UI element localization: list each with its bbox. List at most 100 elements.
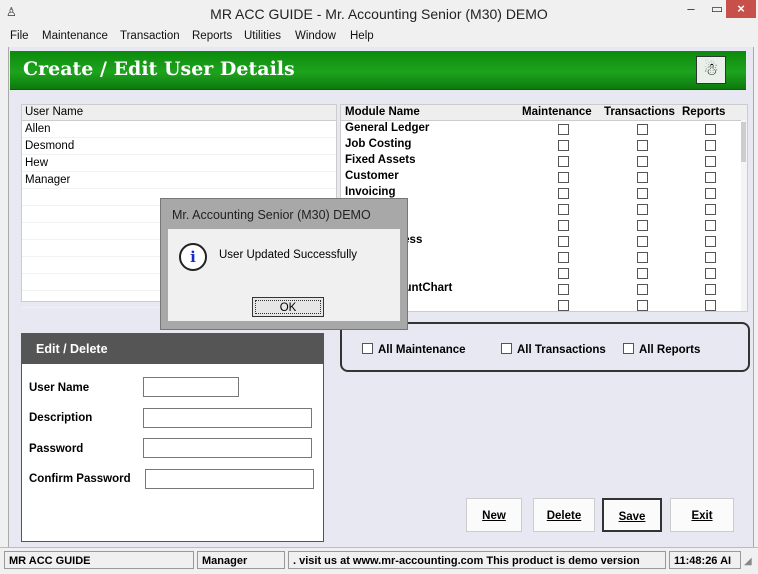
transactions-checkbox[interactable] (637, 124, 648, 135)
module-grid-header: Module Name Maintenance Transactions Rep… (341, 105, 747, 121)
maintenance-checkbox[interactable] (558, 156, 569, 167)
user-admin-icon: ☃ (696, 56, 726, 84)
status-user: Manager (197, 551, 285, 569)
status-time: 11:48:26 AI (669, 551, 741, 569)
all-maintenance-label[interactable]: All Maintenance (378, 344, 466, 356)
reports-checkbox[interactable] (705, 300, 716, 311)
reports-header[interactable]: Reports (682, 106, 740, 118)
menu-bar: File Maintenance Transaction Reports Uti… (0, 28, 758, 46)
dialog-title: Mr. Accounting Senior (M30) DEMO (172, 208, 371, 222)
module-name: Fixed Assets (345, 154, 416, 166)
reports-checkbox[interactable] (705, 156, 716, 167)
reports-checkbox[interactable] (705, 124, 716, 135)
menu-reports[interactable]: Reports (192, 30, 232, 42)
all-transactions-label[interactable]: All Transactions (517, 344, 606, 356)
reports-checkbox[interactable] (705, 172, 716, 183)
transactions-checkbox[interactable] (637, 252, 648, 263)
menu-help[interactable]: Help (350, 30, 374, 42)
maintenance-checkbox[interactable] (558, 188, 569, 199)
transactions-checkbox[interactable] (637, 204, 648, 215)
dialog-body: i User Updated Successfully OK (168, 229, 400, 321)
maintenance-checkbox[interactable] (558, 252, 569, 263)
scrollbar-thumb[interactable] (741, 122, 746, 162)
menu-maintenance[interactable]: Maintenance (42, 30, 108, 42)
transactions-checkbox[interactable] (637, 188, 648, 199)
transactions-checkbox[interactable] (637, 300, 648, 311)
module-name: Customer (345, 170, 399, 182)
description-input[interactable] (143, 408, 312, 428)
info-icon: i (179, 243, 207, 271)
user-row[interactable]: Allen (22, 121, 336, 138)
reports-checkbox[interactable] (705, 188, 716, 199)
save-button[interactable]: Save (602, 498, 662, 532)
maintenance-checkbox[interactable] (558, 140, 569, 151)
delete-button[interactable]: Delete (533, 498, 595, 532)
password-label: Password (29, 443, 84, 455)
description-label: Description (29, 412, 93, 424)
page-title: Create / Edit User Details (23, 58, 295, 80)
reports-checkbox[interactable] (705, 204, 716, 215)
resize-grip-icon[interactable]: ◢ (744, 556, 752, 567)
module-name-header[interactable]: Module Name (345, 106, 515, 118)
minimize-button[interactable]: – (678, 0, 704, 20)
menu-transaction[interactable]: Transaction (120, 30, 180, 42)
all-transactions-checkbox[interactable] (501, 343, 512, 354)
transactions-checkbox[interactable] (637, 156, 648, 167)
confirm-password-label: Confirm Password (29, 473, 131, 485)
exit-button[interactable]: Exit (670, 498, 734, 532)
all-reports-checkbox[interactable] (623, 343, 634, 354)
status-app-name: MR ACC GUIDE (4, 551, 194, 569)
user-row[interactable]: Hew (22, 155, 336, 172)
menu-file[interactable]: File (10, 30, 29, 42)
reports-checkbox[interactable] (705, 284, 716, 295)
status-message: . visit us at www.mr-accounting.com This… (288, 551, 666, 569)
ok-button[interactable]: OK (252, 297, 324, 317)
reports-checkbox[interactable] (705, 236, 716, 247)
transactions-header[interactable]: Transactions (604, 106, 678, 118)
maintenance-checkbox[interactable] (558, 220, 569, 231)
transactions-checkbox[interactable] (637, 268, 648, 279)
reports-checkbox[interactable] (705, 252, 716, 263)
user-name-input[interactable] (143, 377, 239, 397)
module-grid-scrollbar[interactable] (741, 120, 747, 311)
message-dialog: Mr. Accounting Senior (M30) DEMO i User … (160, 198, 408, 330)
user-name-column-header[interactable]: User Name (22, 105, 336, 121)
menu-utilities[interactable]: Utilities (244, 30, 281, 42)
module-row[interactable]: Job Costing (341, 137, 741, 153)
module-name: Invoicing (345, 186, 396, 198)
user-row[interactable]: Manager (22, 172, 336, 189)
transactions-checkbox[interactable] (637, 140, 648, 151)
confirm-password-input[interactable] (145, 469, 314, 489)
user-row[interactable]: Desmond (22, 138, 336, 155)
reports-checkbox[interactable] (705, 268, 716, 279)
maintenance-checkbox[interactable] (558, 300, 569, 311)
all-transactions-option[interactable]: All Transactions (501, 342, 606, 356)
all-reports-option[interactable]: All Reports (623, 342, 700, 356)
maintenance-checkbox[interactable] (558, 236, 569, 247)
module-name: Job Costing (345, 138, 412, 150)
status-bar: MR ACC GUIDE Manager . visit us at www.m… (0, 547, 758, 574)
module-row[interactable]: General Ledger (341, 121, 741, 137)
transactions-checkbox[interactable] (637, 172, 648, 183)
transactions-checkbox[interactable] (637, 284, 648, 295)
reports-checkbox[interactable] (705, 140, 716, 151)
maintenance-checkbox[interactable] (558, 204, 569, 215)
all-maintenance-checkbox[interactable] (362, 343, 373, 354)
maintenance-checkbox[interactable] (558, 268, 569, 279)
edit-delete-panel: Edit / Delete User Name Description Pass… (21, 333, 324, 542)
maintenance-checkbox[interactable] (558, 172, 569, 183)
maintenance-checkbox[interactable] (558, 284, 569, 295)
transactions-checkbox[interactable] (637, 236, 648, 247)
module-row[interactable]: Fixed Assets (341, 153, 741, 169)
all-reports-label[interactable]: All Reports (639, 344, 700, 356)
all-maintenance-option[interactable]: All Maintenance (362, 342, 466, 356)
new-button[interactable]: New (466, 498, 522, 532)
maintenance-checkbox[interactable] (558, 124, 569, 135)
menu-window[interactable]: Window (295, 30, 336, 42)
close-button[interactable]: × (726, 0, 756, 18)
password-input[interactable] (143, 438, 312, 458)
module-row[interactable]: Customer (341, 169, 741, 185)
reports-checkbox[interactable] (705, 220, 716, 231)
transactions-checkbox[interactable] (637, 220, 648, 231)
maintenance-header[interactable]: Maintenance (522, 106, 602, 118)
